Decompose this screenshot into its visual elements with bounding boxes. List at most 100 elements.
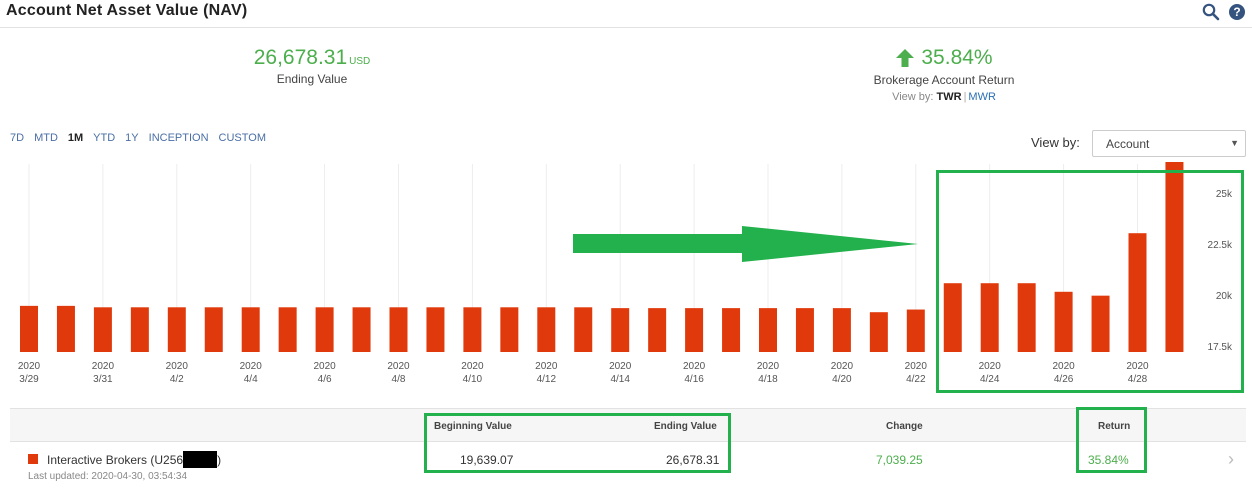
annotation-arrow [573,226,918,262]
x-tick-year: 2020 [979,361,1002,372]
chart-bar[interactable] [56,305,75,352]
x-tick-date: 4/18 [758,374,778,385]
range-tabs: 7D MTD 1M YTD 1Y INCEPTION CUSTOM [10,132,266,144]
chart-bar[interactable] [426,307,445,352]
chart-bar[interactable] [685,308,704,352]
chart-bar[interactable] [167,307,186,352]
x-tick-date: 3/29 [19,374,39,385]
last-updated: Last updated: 2020-04-30, 03:54:34 [28,471,188,482]
x-tick-year: 2020 [905,361,928,372]
chart-bar[interactable] [537,307,556,352]
mwr-link[interactable]: MWR [968,91,996,103]
table-row[interactable]: Interactive Brokers (U256) Last updated:… [10,442,1246,492]
return-cell: 35.84% [1088,453,1129,467]
chart-bar[interactable] [389,307,408,352]
account-name-text: Interactive Brokers (U256 [47,453,184,467]
chart-bar[interactable] [759,308,777,352]
chart-bar[interactable] [943,283,962,352]
view-by-label: View by: [1031,135,1080,150]
return-value: 35.84% [921,46,993,69]
chart-bar[interactable] [1017,283,1036,352]
svg-text:?: ? [1233,5,1240,19]
chart-bar[interactable] [315,307,334,352]
x-tick-date: 4/26 [1054,374,1074,385]
chart-bar[interactable] [611,308,630,352]
header-beginning-value: Beginning Value [434,421,512,432]
chart-bar[interactable] [1091,295,1110,352]
tab-1y[interactable]: 1Y [125,132,138,144]
twr-link[interactable]: TWR [937,91,962,103]
y-tick-label: 20k [1216,291,1233,302]
chart-bar[interactable] [906,309,925,352]
help-icon[interactable]: ? [1228,3,1246,21]
separator: | [963,91,967,103]
chart-bar[interactable] [130,307,149,352]
chart-bar[interactable] [795,308,814,352]
chart-x-ticks: 2020 3/29 2020 3/31 2020 4/2 2020 4/4 2020 4/6 202… [18,361,1149,385]
view-by-prefix: View by: [892,91,934,103]
y-tick-label: 17.5k [1208,342,1233,353]
chart-bar[interactable] [93,307,112,352]
tab-ytd[interactable]: YTD [93,132,115,144]
ending-value-cell: 26,678.31 [666,453,720,467]
chart-bar[interactable] [500,307,519,352]
chevron-right-icon[interactable]: › [1228,449,1234,470]
chart-bar[interactable] [204,307,223,352]
ending-value-label: Ending Value [276,72,348,86]
return-label: Brokerage Account Return [873,73,1015,87]
nav-bar-chart: 2020 3/29 2020 3/31 2020 4/2 2020 4/4 2020 4/6 202… [18,162,1233,385]
chart-bar[interactable] [722,308,741,352]
ending-value-amount: 26,678.31 [253,46,348,69]
chart-bar[interactable] [574,307,593,352]
x-tick-year: 2020 [387,361,410,372]
x-tick-date: 4/4 [244,374,258,385]
tab-custom[interactable]: CUSTOM [219,132,266,144]
search-icon[interactable] [1202,3,1220,21]
chevron-down-icon: ▼ [1230,138,1239,148]
x-tick-year: 2020 [461,361,484,372]
change-cell: 7,039.25 [876,453,923,467]
tab-7d[interactable]: 7D [10,132,24,144]
chart-bar[interactable] [832,308,851,352]
chart-bar[interactable] [20,305,38,352]
table-header: Beginning Value Ending Value Change Retu… [10,408,1246,442]
x-tick-year: 2020 [1052,361,1075,372]
view-by-select[interactable]: Account ▼ [1092,130,1246,157]
chart-bar[interactable] [352,307,371,352]
chart-y-ticks: 17.5k 20k 22.5k 25k [1208,189,1233,353]
chart-bar[interactable] [241,307,260,352]
chart-bar[interactable] [463,307,482,352]
ending-value-summary: 26,678.31 USD Ending Value [212,46,412,86]
header-ending-value: Ending Value [654,421,717,432]
x-tick-date: 4/8 [392,374,406,385]
x-tick-year: 2020 [18,361,41,372]
x-tick-year: 2020 [609,361,632,372]
beginning-value-cell: 19,639.07 [460,453,514,467]
header-return: Return [1098,421,1131,432]
redaction-block [183,451,218,468]
x-tick-date: 4/22 [906,374,926,385]
x-tick-year: 2020 [240,361,263,372]
tab-1m[interactable]: 1M [68,132,83,144]
x-tick-year: 2020 [166,361,189,372]
chart-bar[interactable] [1054,291,1073,352]
tab-mtd[interactable]: MTD [34,132,58,144]
x-tick-date: 4/10 [463,374,483,385]
x-tick-year: 2020 [1126,361,1149,372]
chart-bar[interactable] [869,312,888,352]
chart-bar[interactable] [980,283,999,352]
x-tick-year: 2020 [757,361,780,372]
x-tick-date: 4/24 [980,374,1000,385]
tab-inception[interactable]: INCEPTION [149,132,209,144]
chart-bar[interactable] [648,308,667,352]
account-name: Interactive Brokers (U256) [47,451,221,468]
chart-bar[interactable] [278,307,297,352]
x-tick-year: 2020 [313,361,336,372]
chart-bar[interactable] [1165,162,1184,352]
account-name-suffix: ) [217,453,222,467]
x-tick-date: 4/2 [170,374,184,385]
view-by-selected: Account [1106,137,1150,151]
x-tick-year: 2020 [831,361,854,372]
nav-table: Beginning Value Ending Value Change Retu… [10,408,1246,492]
chart-bar[interactable] [1128,233,1147,352]
